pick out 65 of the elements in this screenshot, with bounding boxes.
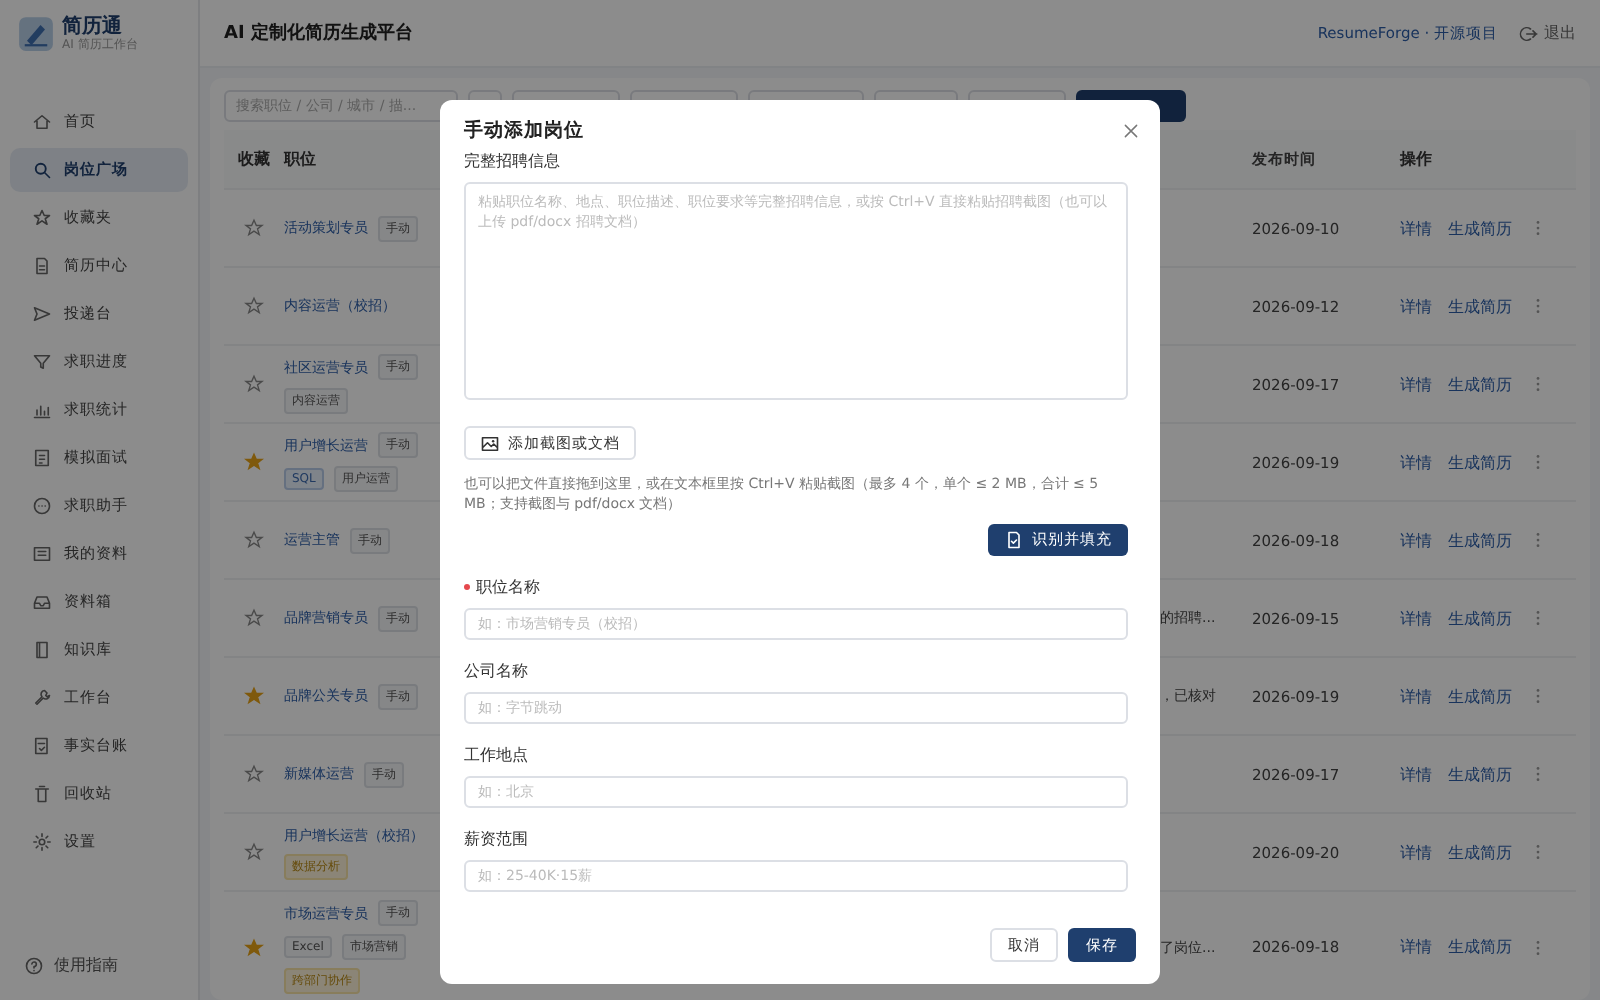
close-icon[interactable] <box>1122 122 1140 140</box>
send-icon <box>32 304 52 324</box>
book-icon <box>32 640 52 660</box>
action-link[interactable]: 详情 <box>1400 607 1432 629</box>
inbox-icon <box>32 592 52 612</box>
document-icon <box>32 256 52 276</box>
settings-icon <box>32 832 52 852</box>
dialog-title: 手动添加岗位 <box>464 118 584 144</box>
app-name: 简历通 <box>62 15 124 37</box>
star-icon[interactable] <box>244 530 264 550</box>
field-label: 公司名称 <box>464 660 528 682</box>
action-link[interactable]: 生成简历 <box>1448 607 1512 629</box>
star-icon[interactable] <box>244 608 264 628</box>
action-link[interactable]: 详情 <box>1400 529 1432 551</box>
action-link[interactable]: 生成简历 <box>1448 763 1512 785</box>
action-link[interactable]: 生成简历 <box>1448 295 1512 317</box>
star-icon[interactable] <box>244 764 264 784</box>
document-icon <box>32 448 52 468</box>
action-link[interactable]: 详情 <box>1400 295 1432 317</box>
document-icon <box>1004 530 1024 550</box>
card-icon <box>32 544 52 564</box>
wrench-icon <box>32 688 52 708</box>
bar-chart-icon <box>32 400 52 420</box>
logo-icon <box>18 16 54 52</box>
column-header: 职位 <box>284 148 316 170</box>
field-label: 工作地点 <box>464 744 528 766</box>
help-link[interactable]: 使用指南 <box>10 954 188 988</box>
logout-icon <box>1518 23 1538 43</box>
action-link[interactable]: 详情 <box>1400 373 1432 395</box>
star-icon[interactable] <box>244 296 264 316</box>
star-icon[interactable] <box>244 937 264 957</box>
home-icon <box>32 112 52 132</box>
chat-icon <box>32 496 52 516</box>
field-label: 完整招聘信息 <box>464 150 562 172</box>
action-link[interactable]: 生成简历 <box>1448 685 1512 707</box>
action-link[interactable]: 详情 <box>1400 841 1432 863</box>
action-link[interactable]: 详情 <box>1400 217 1432 239</box>
action-link[interactable]: 生成简历 <box>1448 451 1512 473</box>
column-header: 操作 <box>1400 148 1432 170</box>
action-link[interactable]: 详情 <box>1400 685 1432 707</box>
action-link[interactable]: 详情 <box>1400 936 1432 958</box>
star-icon[interactable] <box>244 686 264 706</box>
action-link[interactable]: 生成简历 <box>1448 373 1512 395</box>
star-icon <box>32 208 52 228</box>
logout-button[interactable]: 退出 <box>1518 22 1576 44</box>
action-link[interactable]: 生成简历 <box>1448 217 1512 239</box>
funnel-icon <box>32 352 52 372</box>
image-icon <box>480 433 500 453</box>
star-icon[interactable] <box>244 842 264 862</box>
column-header: 收藏 <box>238 148 270 170</box>
field-label: 薪资范围 <box>464 828 528 850</box>
action-link[interactable]: 详情 <box>1400 451 1432 473</box>
action-link[interactable]: 详情 <box>1400 763 1432 785</box>
page-title: AI 定制化简历生成平台 <box>224 20 413 46</box>
action-link[interactable]: 生成简历 <box>1448 841 1512 863</box>
field-label: 职位名称 <box>464 576 540 598</box>
star-icon[interactable] <box>244 452 264 472</box>
action-link[interactable]: 生成简历 <box>1448 936 1512 958</box>
help-icon <box>24 955 44 975</box>
trash-icon <box>32 784 52 804</box>
search-icon <box>32 160 52 180</box>
star-icon[interactable] <box>244 374 264 394</box>
star-icon[interactable] <box>244 218 264 238</box>
action-link[interactable]: 生成简历 <box>1448 529 1512 551</box>
ledger-icon <box>32 736 52 756</box>
